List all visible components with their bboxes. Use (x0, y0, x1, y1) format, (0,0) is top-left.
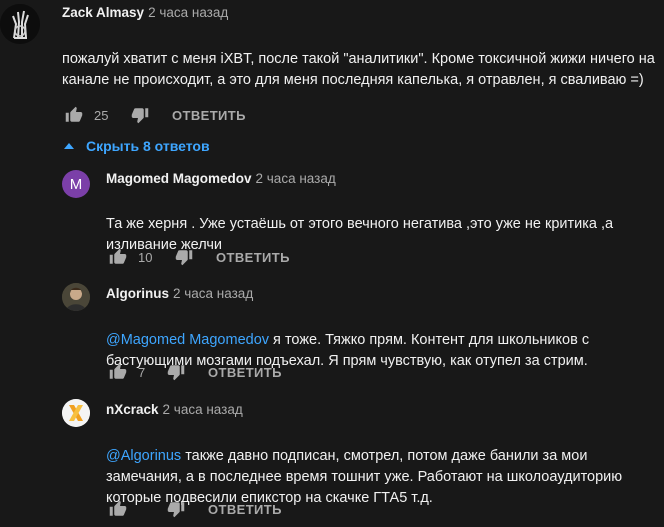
hide-replies-label: Скрыть 8 ответов (86, 138, 210, 154)
thumb-down-icon[interactable] (164, 360, 188, 384)
comment-main: Zack Almasy 2 часа назад пожалуй хватит с… (0, 0, 664, 130)
like-count: 25 (94, 107, 109, 123)
comment-actions: 7 ОТВЕТИТЬ (106, 360, 282, 384)
author-name[interactable]: nXcrack (106, 402, 159, 417)
comment-timestamp[interactable]: 2 часа назад (173, 286, 253, 301)
author-name[interactable]: Magomed Magomedov (106, 171, 252, 186)
user-photo-avatar-icon (62, 283, 90, 311)
comment-author[interactable]: Algorinus 2 часа назад (106, 286, 253, 301)
comment-actions: ОТВЕТИТЬ (106, 497, 282, 521)
reply-comment: M Magomed Magomedov 2 часа назад Та же хе… (0, 166, 664, 271)
avatar[interactable] (0, 4, 40, 44)
comment-timestamp[interactable]: 2 часа назад (163, 402, 243, 417)
comment-timestamp[interactable]: 2 часа назад (256, 171, 336, 186)
comment-text: пожалуй хватит с меня iXBT, после такой … (62, 28, 662, 91)
thumb-up-icon[interactable] (106, 497, 130, 521)
thumb-down-icon[interactable] (172, 245, 196, 269)
thumb-up-icon[interactable] (62, 103, 86, 127)
like-count: 7 (138, 364, 146, 380)
x-logo-avatar-icon (62, 399, 90, 427)
hide-replies-button[interactable]: Скрыть 8 ответов (62, 136, 210, 156)
comment-author[interactable]: nXcrack 2 часа назад (106, 402, 243, 417)
comment-timestamp[interactable]: 2 часа назад (148, 5, 228, 20)
like-count: 10 (138, 249, 153, 265)
thumb-up-icon[interactable] (106, 360, 130, 384)
reply-button[interactable]: ОТВЕТИТЬ (208, 365, 282, 380)
thumb-down-icon[interactable] (128, 103, 152, 127)
mention-link[interactable]: @Algorinus (106, 448, 181, 464)
avatar[interactable] (62, 283, 90, 311)
reply-button[interactable]: ОТВЕТИТЬ (172, 108, 246, 123)
author-name[interactable]: Algorinus (106, 286, 169, 301)
reply-button[interactable]: ОТВЕТИТЬ (208, 502, 282, 517)
thumb-down-icon[interactable] (164, 497, 188, 521)
avatar-letter: M (69, 175, 83, 193)
comment-body: пожалуй хватит с меня iXBT, после такой … (62, 51, 655, 88)
comment-author[interactable]: Zack Almasy 2 часа назад (62, 5, 228, 20)
caret-up-icon (62, 136, 76, 156)
avatar[interactable] (62, 399, 90, 427)
reply-button[interactable]: ОТВЕТИТЬ (216, 250, 290, 265)
comment-actions: 25 ОТВЕТИТЬ (62, 103, 246, 127)
reply-comment: nXcrack 2 часа назад @Algorinus также дав… (0, 397, 664, 527)
skeleton-hand-avatar-icon (0, 4, 40, 44)
avatar[interactable]: M (62, 170, 90, 198)
comment-actions: 10 ОТВЕТИТЬ (106, 245, 290, 269)
mention-link[interactable]: @Magomed Magomedov (106, 332, 269, 348)
comment-author[interactable]: Magomed Magomedov 2 часа назад (106, 171, 336, 186)
reply-comment: Algorinus 2 часа назад @Magomed Magomedov… (0, 281, 664, 391)
author-name[interactable]: Zack Almasy (62, 5, 144, 20)
thumb-up-icon[interactable] (106, 245, 130, 269)
